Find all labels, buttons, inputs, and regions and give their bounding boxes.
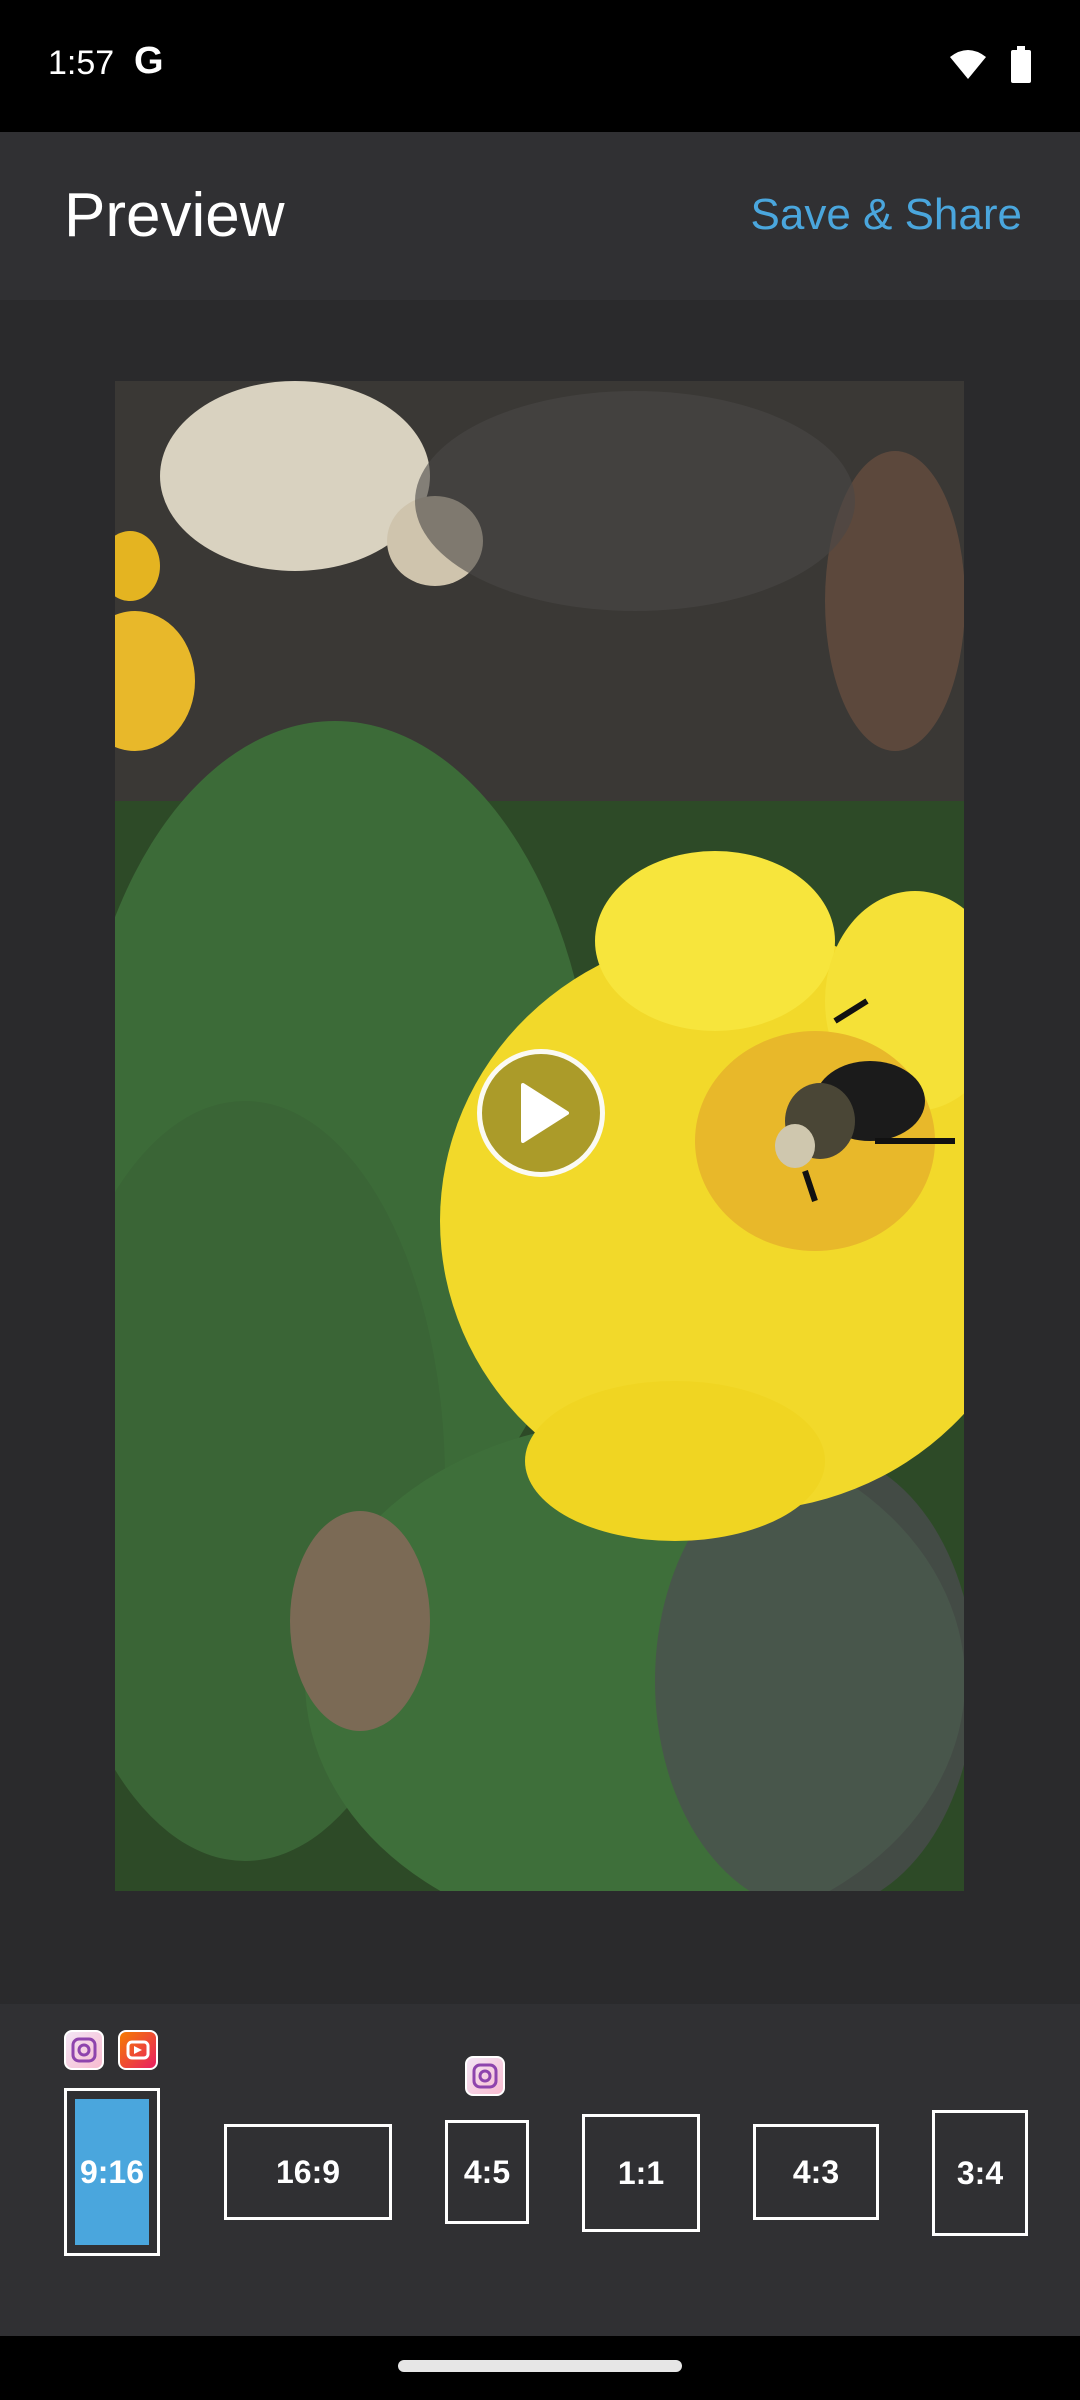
ratio-16-9-button[interactable]: 16:9 [224,2124,392,2220]
ratio-9-16-button[interactable]: 9:16 [64,2088,160,2256]
instagram-icon [465,2056,505,2096]
ratio-label: 4:3 [792,2153,840,2190]
instagram-icon [64,2030,104,2070]
home-indicator[interactable] [398,2360,682,2372]
wifi-icon [948,49,988,86]
ratio-label: 1:1 [617,2154,665,2191]
video-preview-area [0,300,1080,2004]
ratio-4-3-button[interactable]: 4:3 [753,2124,879,2220]
aspect-ratio-panel: 9:16 16:9 4:5 1:1 4:3 3:4 [0,2004,1080,2336]
video-preview[interactable] [115,381,964,1891]
status-icons [948,46,1032,89]
ratio-label: 4:5 [463,2153,511,2190]
app-bar: Preview Save & Share [0,132,1080,300]
ratio-4-5-button[interactable]: 4:5 [445,2120,529,2224]
ratio-3-4-button[interactable]: 3:4 [932,2110,1028,2236]
ratio-1-1-button[interactable]: 1:1 [582,2114,700,2232]
google-icon: G [134,40,164,82]
save-share-button[interactable]: Save & Share [751,190,1023,240]
status-bar: 1:57 G [0,0,1080,132]
system-nav-bar [0,2336,1080,2400]
ratio-label: 3:4 [956,2154,1004,2191]
play-button[interactable] [477,1049,605,1177]
ratio-label: 16:9 [275,2153,341,2190]
page-title: Preview [64,181,285,250]
status-time: 1:57 [48,44,115,82]
play-icon [521,1083,569,1143]
ratio-label: 9:16 [79,2153,145,2190]
battery-icon [1010,46,1032,89]
reels-icon [118,2030,158,2070]
